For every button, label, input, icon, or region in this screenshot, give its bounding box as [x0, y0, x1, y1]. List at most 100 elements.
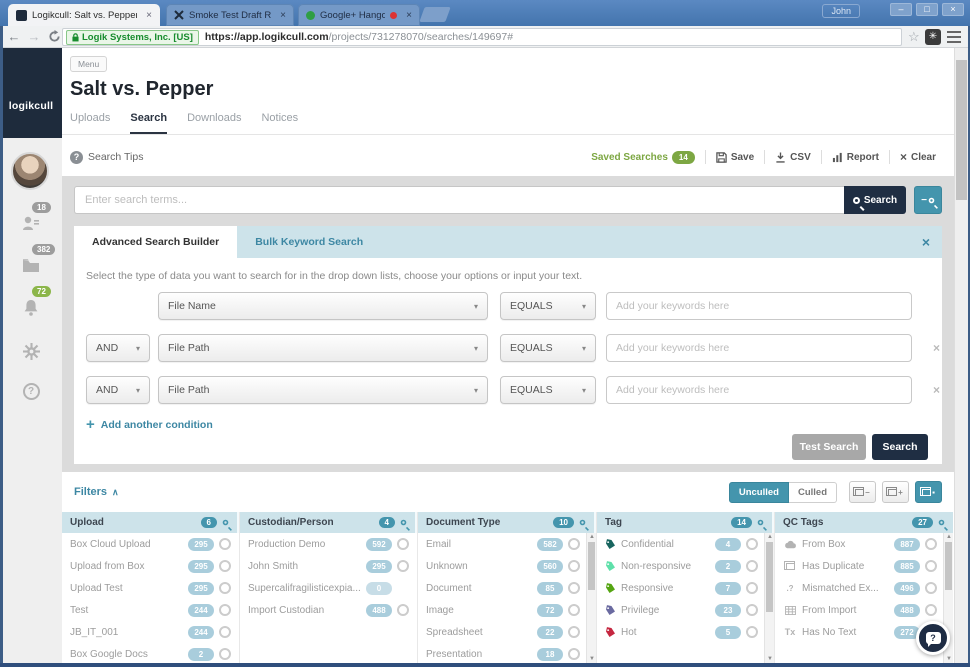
filter-item[interactable]: Hot 5 [597, 621, 774, 643]
column-scrollbar[interactable]: ▲ ▼ [586, 533, 596, 663]
unculled-toggle-button[interactable]: Unculled [728, 481, 789, 503]
radio-button[interactable] [397, 560, 409, 572]
operator-dropdown[interactable]: EQUALS ▾ [500, 334, 596, 362]
filter-item[interactable]: Confidential 4 [597, 533, 774, 555]
forward-button[interactable]: → [24, 27, 44, 47]
filter-item[interactable]: Non-responsive 2 [597, 555, 774, 577]
filter-item[interactable]: Document 85 [418, 577, 596, 599]
radio-button[interactable] [219, 648, 231, 660]
search-icon[interactable] [757, 519, 764, 526]
refresh-button[interactable] [48, 30, 61, 43]
radio-button[interactable] [397, 538, 409, 550]
filter-item[interactable]: Presentation 18 [418, 643, 596, 663]
report-button[interactable]: Report [822, 152, 889, 163]
radio-button[interactable] [219, 538, 231, 550]
radio-button[interactable] [746, 560, 758, 572]
radio-button[interactable] [746, 626, 758, 638]
filter-item[interactable]: Unknown 560 [418, 555, 596, 577]
search-icon[interactable] [938, 519, 945, 526]
filter-item[interactable]: From Box 887 [775, 533, 953, 555]
tab-bulk-keyword-search[interactable]: Bulk Keyword Search [255, 236, 363, 248]
keywords-input[interactable] [606, 334, 912, 362]
radio-button[interactable] [925, 538, 937, 550]
operator-dropdown[interactable]: EQUALS ▾ [500, 292, 596, 320]
sidebar-item-help[interactable]: ? [0, 374, 62, 408]
radio-button[interactable] [568, 648, 580, 660]
filter-item[interactable]: Supercalifragilisticexpia... 0 [240, 577, 417, 599]
column-scrollbar[interactable]: ▲ ▼ [764, 533, 774, 663]
sidebar-item-notifications[interactable]: 72 [0, 284, 62, 324]
minimize-button[interactable]: – [890, 3, 912, 16]
filter-item[interactable]: Upload from Box 295 [62, 555, 239, 577]
search-icon[interactable] [400, 519, 407, 526]
remove-condition-icon[interactable]: × [933, 341, 940, 355]
filter-item[interactable]: From Import 488 [775, 599, 953, 621]
maximize-button[interactable]: □ [916, 3, 938, 16]
filter-item[interactable]: Privilege 23 [597, 599, 774, 621]
close-panel-icon[interactable]: × [922, 234, 930, 250]
search-button[interactable]: Search [844, 186, 906, 214]
radio-button[interactable] [925, 560, 937, 572]
new-tab-button[interactable] [419, 7, 451, 22]
filter-item[interactable]: Production Demo 592 [240, 533, 417, 555]
help-chat-button[interactable]: ? [916, 621, 950, 655]
logo-block[interactable]: logikcull [0, 48, 62, 138]
filters-toggle[interactable]: Filters ∧ [74, 486, 119, 498]
sidebar-item-uploads[interactable]: 382 [0, 242, 62, 282]
filter-item[interactable]: John Smith 295 [240, 555, 417, 577]
filter-item[interactable]: Import Custodian 488 [240, 599, 417, 621]
back-button[interactable]: ← [4, 27, 24, 47]
radio-button[interactable] [746, 582, 758, 594]
browser-tab-smoke-test[interactable]: Smoke Test Draft Require × [166, 4, 294, 26]
filter-item[interactable]: Image 72 [418, 599, 596, 621]
radio-button[interactable] [925, 582, 937, 594]
duplicates-hide-button[interactable]: – [849, 481, 876, 503]
radio-button[interactable] [568, 626, 580, 638]
run-search-button[interactable]: Search [872, 434, 928, 460]
field-dropdown[interactable]: File Path ▾ [158, 376, 488, 404]
radio-button[interactable] [568, 582, 580, 594]
filter-item[interactable]: JB_IT_001 244 [62, 621, 239, 643]
radio-button[interactable] [746, 604, 758, 616]
radio-button[interactable] [568, 538, 580, 550]
culled-toggle-button[interactable]: Culled [788, 481, 837, 503]
extension-icon[interactable]: ✳ [925, 29, 941, 45]
radio-button[interactable] [568, 560, 580, 572]
radio-button[interactable] [219, 604, 231, 616]
radio-button[interactable] [746, 538, 758, 550]
address-bar[interactable]: Logik Systems, Inc. [US] https://app.log… [62, 28, 902, 46]
test-search-button[interactable]: Test Search [792, 434, 866, 460]
search-tips-link[interactable]: Search Tips [88, 151, 143, 163]
tab-downloads[interactable]: Downloads [187, 112, 241, 135]
keywords-input[interactable] [606, 376, 912, 404]
browser-menu-icon[interactable] [947, 31, 961, 43]
field-dropdown[interactable]: File Path ▾ [158, 334, 488, 362]
filter-item[interactable]: Box Cloud Upload 295 [62, 533, 239, 555]
close-window-button[interactable]: × [942, 3, 964, 16]
radio-button[interactable] [219, 626, 231, 638]
search-input[interactable] [74, 186, 844, 214]
browser-user-button[interactable]: John [822, 4, 860, 18]
sidebar-item-settings[interactable] [0, 334, 62, 368]
operator-dropdown[interactable]: EQUALS ▾ [500, 376, 596, 404]
search-icon[interactable] [579, 519, 586, 526]
filter-item[interactable]: Upload Test 295 [62, 577, 239, 599]
clear-button[interactable]: × Clear [890, 150, 946, 164]
filter-item[interactable]: .? Mismatched Ex... 496 [775, 577, 953, 599]
tab-search[interactable]: Search [130, 112, 168, 135]
filter-item[interactable]: Responsive 7 [597, 577, 774, 599]
security-badge[interactable]: Logik Systems, Inc. [US] [66, 29, 199, 45]
scrollbar-thumb[interactable] [956, 60, 967, 200]
saved-searches-link[interactable]: Saved Searches 14 [581, 150, 705, 164]
menu-button[interactable]: Menu [70, 56, 108, 72]
tab-advanced-search-builder[interactable]: Advanced Search Builder [74, 226, 238, 258]
bookmark-star-icon[interactable]: ☆ [908, 29, 920, 45]
close-tab-icon[interactable]: × [146, 10, 152, 21]
filter-item[interactable]: Test 244 [62, 599, 239, 621]
remove-condition-icon[interactable]: × [933, 383, 940, 397]
sidebar-item-people[interactable]: 18 [0, 200, 62, 240]
radio-button[interactable] [925, 604, 937, 616]
collapse-search-builder-button[interactable]: − [914, 186, 942, 214]
filter-item[interactable]: Has Duplicate 885 [775, 555, 953, 577]
csv-export-button[interactable]: CSV [765, 152, 821, 163]
